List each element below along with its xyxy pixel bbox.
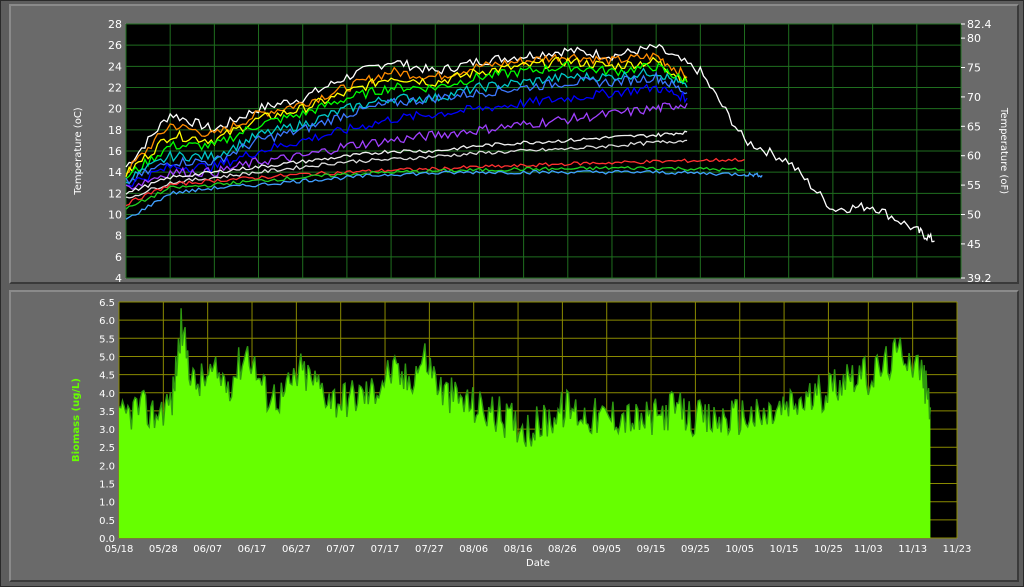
- biomass-x-tick-label: 05/18: [105, 544, 134, 555]
- biomass-y-tick-label: 2.5: [99, 443, 115, 454]
- temperature-y-tick-label: 8: [115, 230, 122, 243]
- temperature-y-tick-label: 22: [108, 82, 122, 95]
- biomass-x-tick-label: 06/27: [282, 544, 311, 555]
- biomass-y-tick-label: 5.5: [99, 334, 115, 345]
- temperature-y-tick-label: 24: [108, 60, 122, 73]
- biomass-x-tick-label: 10/05: [725, 544, 754, 555]
- temperature-y2-tick-label: 60: [967, 150, 981, 163]
- temperature-y-tick-label: 4: [115, 272, 122, 282]
- temperature-y2-tick-label: 80: [967, 32, 981, 45]
- temperature-y-tick-label: 28: [108, 18, 122, 31]
- temperature-y2-tick-label: 50: [967, 209, 981, 222]
- temperature-y-tick-label: 10: [108, 209, 122, 222]
- biomass-x-tick-label: 07/27: [415, 544, 444, 555]
- temperature-y2-tick-label: 65: [967, 120, 981, 133]
- biomass-x-tick-label: 07/07: [326, 544, 355, 555]
- temperature-y2-ticks: 39.2 45 50 55 60 65 70 75 8082.4: [961, 18, 992, 285]
- biomass-y-tick-label: 3.5: [99, 407, 115, 418]
- temperature-y2-tick-label: 70: [967, 91, 981, 104]
- biomass-y-tick-label: 5.0: [99, 352, 115, 363]
- biomass-y-tick-label: 4.0: [99, 389, 115, 400]
- biomass-x-tick-label: 07/17: [371, 544, 400, 555]
- biomass-x-tick-label: 05/28: [149, 544, 178, 555]
- biomass-x-ticks: 05/18 05/28 06/07 06/17 06/27 07/07 07/17 07/27…: [105, 544, 972, 555]
- biomass-y-tick-label: 6.0: [99, 316, 115, 327]
- temperature-y-tick-label: 16: [108, 145, 122, 158]
- temperature-y-tick-label: 12: [108, 187, 122, 200]
- biomass-x-tick-label: 08/26: [548, 544, 577, 555]
- temperature-y-tick-label: 6: [115, 251, 122, 264]
- biomass-y-ticks: 0.00.51.01.52.02.53.03.54.04.55.05.56.06…: [99, 298, 115, 545]
- biomass-y-tick-label: 0.5: [99, 516, 115, 527]
- temperature-y2-tick-label: 82.4: [967, 18, 992, 31]
- biomass-x-tick-label: 10/25: [814, 544, 843, 555]
- biomass-chart-panel: 0.0 0.5 1.0 1.5 2.0 2.5 3.0 3.5 4.0 4.5 5.0 5.5 6.0 6…: [9, 290, 1019, 582]
- biomass-x-tick-label: 08/16: [504, 544, 533, 555]
- biomass-x-tick-label: 08/06: [459, 544, 488, 555]
- temperature-y-tick-label: 26: [108, 39, 122, 52]
- biomass-y-tick-label: 4.5: [99, 371, 115, 382]
- biomass-x-tick-label: 09/05: [592, 544, 621, 555]
- biomass-x-tick-label: 06/07: [193, 544, 222, 555]
- temperature-y2-axis-label: Temperature (oF): [998, 107, 1009, 194]
- temperature-chart-panel: 4 6 8 10 12 14 16 18 20 22 24 26 28 39.2 45 50 55 60 65 70…: [9, 4, 1019, 285]
- temperature-y-tick-label: 18: [108, 124, 122, 137]
- biomass-y-tick-label: 1.5: [99, 480, 115, 491]
- temperature-y-axis-label: Temperature (oC): [73, 107, 84, 196]
- biomass-x-tick-label: 06/17: [238, 544, 267, 555]
- biomass-x-tick-label: 09/25: [681, 544, 710, 555]
- biomass-x-tick-label: 11/23: [943, 544, 972, 555]
- biomass-chart: 0.00.51.01.52.02.53.03.54.04.55.05.56.06…: [71, 298, 972, 569]
- biomass-x-tick-label: 09/15: [637, 544, 666, 555]
- temperature-y-tick-label: 20: [108, 103, 122, 116]
- temperature-y-ticks: 4 6 8 10 12 14 16 18 20 22 24 26 28: [108, 18, 122, 285]
- biomass-x-tick-label: 10/15: [770, 544, 799, 555]
- temperature-chart: 4 6 8 10 12 14 16 18 20 22 24 26 28 39.2 45 50 55 60 65 70…: [73, 18, 1009, 285]
- temperature-y2-tick-label: 55: [967, 179, 981, 192]
- temperature-y2-tick-label: 75: [967, 62, 981, 75]
- temperature-y2-tick-label: 45: [967, 238, 981, 251]
- biomass-y-tick-label: 2.0: [99, 461, 115, 472]
- temperature-y2-tick-label: 39.2: [967, 272, 992, 282]
- biomass-x-axis-label: Date: [526, 558, 550, 569]
- biomass-y-axis-label: Biomass (ug/L): [71, 378, 82, 462]
- application-window: 4 6 8 10 12 14 16 18 20 22 24 26 28 39.2 45 50 55 60 65 70…: [0, 0, 1024, 587]
- temperature-y-tick-label: 14: [108, 166, 122, 179]
- biomass-x-tick-label: 11/03: [854, 544, 883, 555]
- biomass-y-tick-label: 1.0: [99, 498, 115, 509]
- biomass-x-tick-label: 11/13: [898, 544, 927, 555]
- biomass-y-tick-label: 6.5: [99, 298, 115, 309]
- biomass-y-tick-label: 3.0: [99, 425, 115, 436]
